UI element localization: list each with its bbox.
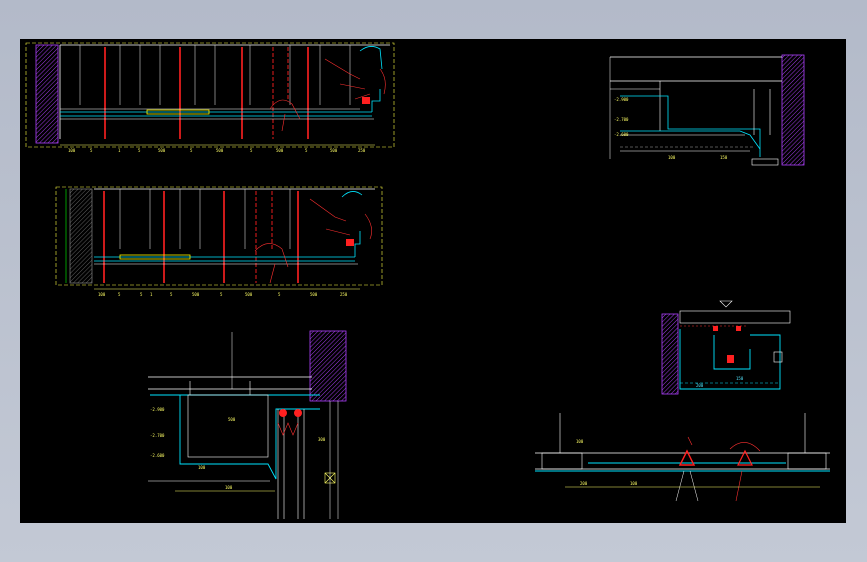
section-a-label: 5 xyxy=(90,148,93,153)
section-a-wall xyxy=(35,44,59,144)
section-a-frame xyxy=(25,42,395,148)
cad-model-space[interactable]: 100 5 1 5 500 5 500 5 500 5 500 250 100 … xyxy=(20,39,846,523)
section-a-annotations xyxy=(269,58,386,132)
detail-e-label: -2.900 xyxy=(150,407,165,412)
section-a-label: 5 xyxy=(250,148,253,153)
section-a-label: 5 xyxy=(190,148,193,153)
section-a-label: 5 xyxy=(138,148,141,153)
detail-f-label: 100 xyxy=(630,481,638,486)
section-b-label: 500 xyxy=(245,292,253,297)
section-a-hanger-rods xyxy=(104,47,309,139)
section-a-joists xyxy=(79,45,351,105)
detail-e-label: -2.600 xyxy=(150,453,165,458)
section-a-dimensions: 100 5 1 5 500 5 500 5 500 5 500 250 xyxy=(68,148,366,153)
detail-c-label: -2.700 xyxy=(614,117,629,122)
detail-c-wall xyxy=(781,54,805,166)
section-a-label: 500 xyxy=(330,148,338,153)
section-a-ceiling-board xyxy=(60,46,383,117)
section-b-label: 500 xyxy=(192,292,200,297)
detail-c-label: 100 xyxy=(668,155,676,160)
detail-f-label: 200 xyxy=(580,481,588,486)
detail-d-fixtures xyxy=(713,326,741,363)
detail-d-wall xyxy=(661,313,679,395)
section-b-dimensions: 100 5 5 1 5 500 5 500 5 500 250 xyxy=(98,292,348,297)
detail-d-labels: 150 200 xyxy=(696,376,744,388)
detail-e-label: 300 xyxy=(318,437,326,442)
detail-c-label: -2.600 xyxy=(614,132,629,137)
detail-c-label: 150 xyxy=(720,155,728,160)
section-a-label: 500 xyxy=(276,148,284,153)
section-b-label: 5 xyxy=(278,292,281,297)
section-a-label: 5 xyxy=(305,148,308,153)
detail-c-labels: -2.900 -2.700 -2.600 100 150 xyxy=(614,97,728,160)
detail-c-label: -2.900 xyxy=(614,97,629,102)
detail-f-ceiling-slot: 100 200 100 xyxy=(535,413,830,502)
detail-e-labels: -2.900 -2.700 -2.600 500 300 100 100 xyxy=(150,407,326,490)
detail-d-label: 200 xyxy=(696,383,704,388)
section-b-hanger-rods xyxy=(103,191,299,283)
detail-f-finish xyxy=(535,462,830,472)
detail-c-finish xyxy=(620,95,761,157)
section-b-label: 5 xyxy=(170,292,173,297)
section-a-label: 1 xyxy=(118,148,121,153)
detail-e-wall xyxy=(309,330,347,402)
drawing-canvas: 100 5 1 5 500 5 500 5 500 5 500 250 100 … xyxy=(25,42,830,519)
section-b-label: 5 xyxy=(140,292,143,297)
section-b-wall xyxy=(69,188,93,284)
detail-e-label: 100 xyxy=(225,485,233,490)
detail-c-ceiling-step: -2.900 -2.700 -2.600 100 150 xyxy=(609,54,805,166)
detail-e-label: 500 xyxy=(228,417,236,422)
section-a-bracket xyxy=(362,97,370,104)
section-a-ceiling-elevation: 100 5 1 5 500 5 500 5 500 5 500 250 xyxy=(25,42,395,153)
detail-e-label: -2.700 xyxy=(150,433,165,438)
section-b-label: 500 xyxy=(310,292,318,297)
section-b-label: 5 xyxy=(220,292,223,297)
detail-e-label: 100 xyxy=(198,465,206,470)
detail-e-curtain-box: -2.900 -2.700 -2.600 500 300 100 100 xyxy=(148,330,347,519)
section-b-label: 100 xyxy=(98,292,106,297)
detail-e-fixtures xyxy=(279,409,302,417)
detail-f-labels: 100 200 100 xyxy=(576,439,638,486)
section-b-label: 250 xyxy=(340,292,348,297)
section-a-label: 100 xyxy=(68,148,76,153)
section-b-label: 5 xyxy=(118,292,121,297)
section-a-label: 250 xyxy=(358,148,366,153)
section-b-frame xyxy=(55,186,383,286)
detail-e-finish xyxy=(150,394,320,480)
section-a-label: 500 xyxy=(216,148,224,153)
detail-d-label: 150 xyxy=(736,376,744,381)
section-a-label: 500 xyxy=(158,148,166,153)
section-b-ceiling-elevation: 100 5 5 1 5 500 5 500 5 500 250 xyxy=(55,186,383,297)
section-b-label: 1 xyxy=(150,292,153,297)
detail-f-label: 100 xyxy=(576,439,584,444)
detail-d-light-trough: 150 200 xyxy=(661,300,791,395)
